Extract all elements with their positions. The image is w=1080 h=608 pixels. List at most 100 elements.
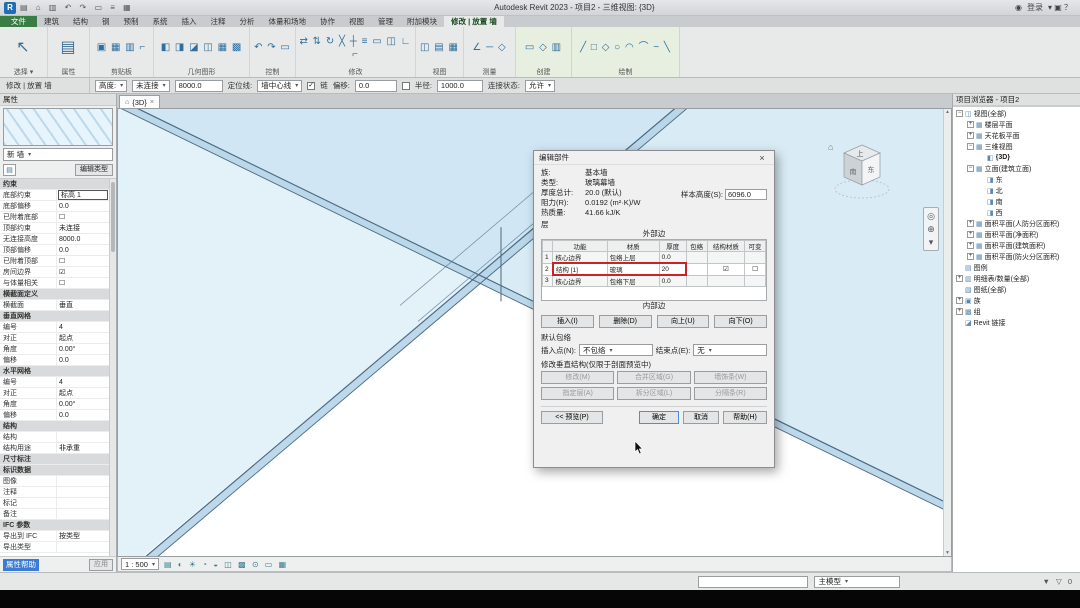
viewcube-top-face[interactable]: 上: [857, 149, 864, 158]
tree-expander-icon[interactable]: [978, 154, 985, 161]
ribbon-tab[interactable]: 管理: [371, 16, 400, 27]
ribbon-panel[interactable]: ▤ 属性: [48, 27, 90, 77]
ribbon-panel-icons[interactable]: ∠ ─ ◇: [466, 28, 513, 67]
layer-thickness[interactable]: 0.0: [659, 252, 686, 264]
property-row[interactable]: 横截面定义: [0, 289, 109, 300]
property-value[interactable]: 0.0: [57, 410, 109, 420]
modify-structure-button[interactable]: 分隔条(R): [694, 387, 767, 400]
property-value[interactable]: [57, 542, 109, 552]
ribbon-tab[interactable]: 协作: [313, 16, 342, 27]
ribbon-panel-icons[interactable]: ▣ ▦ ▥ ⌐: [92, 28, 151, 67]
quick-access-toolbar-icons[interactable]: ▤ ⌂ ▥ ↶ ↷ ▭ ≡ ▦: [20, 3, 134, 12]
tree-expander-icon[interactable]: [956, 319, 963, 326]
tree-expander-icon[interactable]: +: [967, 132, 974, 139]
property-row[interactable]: IFC 参数: [0, 520, 109, 531]
ribbon-tab[interactable]: 注释: [204, 16, 233, 27]
property-value[interactable]: ☐: [57, 256, 109, 266]
navbar-more-icon[interactable]: ▾: [929, 237, 934, 247]
layer-material[interactable]: 包络上层: [607, 252, 659, 264]
tree-expander-icon[interactable]: +: [956, 308, 963, 315]
property-row[interactable]: 顶部偏移 0.0: [0, 245, 109, 256]
tree-item[interactable]: + ▦ 面积平面(人防分区面积): [953, 218, 1080, 229]
tree-item[interactable]: + ▦ 天花板平面: [953, 130, 1080, 141]
layer-row-action-button[interactable]: 向上(U): [657, 315, 710, 328]
file-menu-button[interactable]: 文件: [0, 16, 37, 27]
property-value[interactable]: [57, 509, 109, 519]
ribbon-panel-icons[interactable]: ◫ ▤ ▦: [418, 28, 461, 67]
view-tab-3d[interactable]: ⌂ {3D} ×: [119, 95, 160, 108]
revit-logo-icon[interactable]: R: [4, 2, 16, 14]
property-row[interactable]: 角度 0.00°: [0, 399, 109, 410]
scale-dropdown[interactable]: 1 : 500: [121, 558, 159, 570]
tree-expander-icon[interactable]: +: [956, 275, 963, 282]
property-row[interactable]: 导出到 IFC 按类型: [0, 531, 109, 542]
viewcube-left-face[interactable]: 南: [850, 167, 857, 176]
property-row[interactable]: 约束: [0, 179, 109, 190]
tree-item[interactable]: − ▦ 三维视图: [953, 141, 1080, 152]
cancel-button[interactable]: 取消: [683, 411, 719, 424]
property-value[interactable]: [57, 487, 109, 497]
property-value[interactable]: [57, 476, 109, 486]
ribbon-panel[interactable]: ▭ ◇ ▥ 创建: [516, 27, 572, 77]
property-row[interactable]: 与体量相关 ☐: [0, 278, 109, 289]
radius-input[interactable]: 1000.0: [437, 80, 483, 92]
layer-function[interactable]: 核心边界: [553, 252, 607, 264]
modify-structure-button[interactable]: 指定层(A): [541, 387, 614, 400]
ribbon-panel[interactable]: ⇄ ⇅ ↻ ╳ ┼ ≡ ▭ ◫ ∟ ⌐ 修改: [296, 27, 416, 77]
property-value[interactable]: 8000.0: [57, 234, 109, 244]
property-value[interactable]: 未连接: [57, 223, 109, 233]
tree-item[interactable]: + ▦ 楼层平面: [953, 119, 1080, 130]
ribbon-tab[interactable]: 预制: [117, 16, 146, 27]
apply-button[interactable]: 应用: [89, 559, 113, 571]
modify-structure-button[interactable]: 修改(M): [541, 371, 614, 384]
property-value[interactable]: 0.00°: [57, 344, 109, 354]
property-row[interactable]: 对正 起点: [0, 388, 109, 399]
titlebar-right-icons[interactable]: ▾ ▣ ？: [1048, 2, 1072, 13]
property-row[interactable]: 注释: [0, 487, 109, 498]
dialog-close-icon[interactable]: ×: [755, 153, 769, 163]
tree-item[interactable]: ◨ 北: [953, 185, 1080, 196]
tree-item[interactable]: + ▩ 组: [953, 306, 1080, 317]
ribbon-tab[interactable]: 结构: [66, 16, 95, 27]
ribbon-tab[interactable]: 视图: [342, 16, 371, 27]
tree-expander-icon[interactable]: −: [967, 143, 974, 150]
layer-variable-checkbox[interactable]: [745, 275, 766, 287]
layer-row[interactable]: 3 核心边界 包络下层 0.0: [543, 275, 766, 287]
view-cube[interactable]: ⌂ 上 南 东: [824, 137, 896, 207]
property-value[interactable]: 0.00°: [57, 399, 109, 409]
modify-structure-button[interactable]: 拆分区域(L): [617, 387, 690, 400]
tree-item[interactable]: ◨ 东: [953, 174, 1080, 185]
layer-thickness[interactable]: 0.0: [659, 275, 686, 287]
tree-item[interactable]: + ▦ 面积平面(防火分区面积): [953, 251, 1080, 262]
ribbon-panel-icons[interactable]: ▭ ◇ ▥: [518, 28, 569, 67]
ribbon-panel-icons[interactable]: ▤: [50, 28, 87, 67]
property-row[interactable]: 底部偏移 0.0: [0, 201, 109, 212]
sign-in-button[interactable]: 登录: [1027, 2, 1043, 13]
layer-material[interactable]: 玻璃: [607, 263, 659, 275]
property-row[interactable]: 编号 4: [0, 322, 109, 333]
tree-item[interactable]: + ▦ 面积平面(建筑面积): [953, 240, 1080, 251]
ribbon-panel[interactable]: ↶ ↷ ▭ 控制: [250, 27, 296, 77]
ribbon-tab[interactable]: 附加模块: [400, 16, 444, 27]
property-row[interactable]: 图像: [0, 476, 109, 487]
tree-expander-icon[interactable]: +: [956, 297, 963, 304]
tree-expander-icon[interactable]: [956, 286, 963, 293]
property-row[interactable]: 横截面 垂直: [0, 300, 109, 311]
tree-item[interactable]: ▤ 图例: [953, 262, 1080, 273]
layer-row[interactable]: 2 结构 [1] 玻璃 20 ☑ ☐: [543, 263, 766, 275]
layer-function[interactable]: 结构 [1]: [553, 263, 607, 275]
layer-thickness[interactable]: 20: [659, 263, 686, 275]
property-row[interactable]: 水平网格: [0, 366, 109, 377]
layer-row-action-button[interactable]: 向下(O): [714, 315, 767, 328]
project-browser-title[interactable]: 项目浏览器 - 项目2: [953, 94, 1080, 106]
top-constraint-dropdown[interactable]: 未连接: [132, 80, 170, 92]
properties-title[interactable]: 属性: [0, 94, 116, 106]
property-row[interactable]: 尺寸标注: [0, 454, 109, 465]
view-control-icons[interactable]: ▤ ◐ ☀ ◔ ◒ ◫ ▩ ⊙ ▭ ▦: [164, 560, 288, 569]
layer-wrap-checkbox[interactable]: [686, 263, 707, 275]
tree-item[interactable]: ◨ 西: [953, 207, 1080, 218]
height-value-input[interactable]: 8000.0: [175, 80, 223, 92]
tree-expander-icon[interactable]: [978, 176, 985, 183]
tree-expander-icon[interactable]: [978, 209, 985, 216]
property-row[interactable]: 编号 4: [0, 377, 109, 388]
